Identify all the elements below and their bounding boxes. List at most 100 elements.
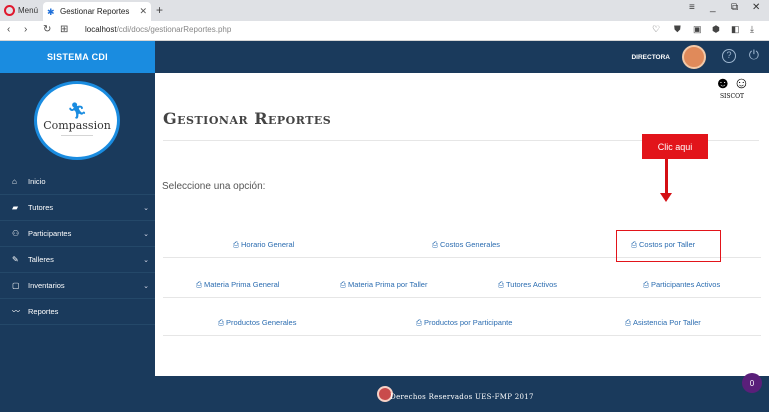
sidebar-item-inicio[interactable]: ⌂ Inicio	[0, 169, 155, 195]
favicon-icon: ✱	[47, 6, 55, 17]
tab-title: Gestionar Reportes	[60, 7, 130, 16]
report-link-label: Tutores Activos	[506, 280, 557, 289]
report-link-label: Asistencia Por Taller	[633, 318, 701, 327]
browser-tab[interactable]: ✱ Gestionar Reportes ✕	[43, 2, 151, 21]
option-prompt: Seleccione una opción:	[162, 181, 266, 192]
minimize-icon[interactable]: _	[710, 2, 716, 13]
chevron-down-icon: ⌄	[143, 230, 149, 238]
report-link-materia-prima-general[interactable]: ⎙ Materia Prima General	[196, 280, 279, 290]
opera-logo-icon	[4, 5, 15, 16]
browser-tab-bar: Menú ✱ Gestionar Reportes ✕ + ≡ _ ⧉ ✕	[0, 0, 769, 21]
report-link-label: Productos por Participante	[424, 318, 513, 327]
report-row: ⎙ Materia Prima General ⎙ Materia Prima po…	[163, 273, 761, 298]
chevron-down-icon: ⌄	[143, 256, 149, 264]
sidebar-item-label: Talleres	[28, 255, 54, 264]
report-link-asistencia-por-taller[interactable]: ⎙ Asistencia Por Taller	[625, 318, 701, 328]
report-link-label: Participantes Activos	[651, 280, 721, 289]
report-link-costos-generales[interactable]: ⎙ Costos Generales	[432, 240, 500, 250]
new-tab-button[interactable]: +	[156, 3, 163, 17]
reload-icon[interactable]: ↻	[43, 24, 51, 35]
report-link-materia-prima-por-taller[interactable]: ⎙ Materia Prima por Taller	[340, 280, 427, 290]
user-role-label[interactable]: DIRECTORA	[631, 54, 670, 61]
address-bar: ‹ › ↻ ⊞ localhost/cdi/docs/gestionarRepo…	[0, 21, 769, 41]
sidebar-item-reportes[interactable]: 〰 Reportes	[0, 299, 155, 325]
clipboard-icon: ▢	[12, 281, 20, 290]
restore-icon[interactable]: ⧉	[731, 2, 738, 13]
sidebar-menu: ⌂ Inicio ▰ Tutores ⌄ ⚇ Participantes ⌄ ✎…	[0, 169, 155, 325]
printer-icon: ⎙	[498, 280, 504, 289]
printer-icon: ⎙	[625, 318, 631, 327]
notification-badge[interactable]: 0	[742, 373, 762, 393]
close-window-icon[interactable]: ✕	[752, 2, 760, 13]
url-path: /cdi/docs/gestionarReportes.php	[116, 25, 232, 34]
report-link-productos-generales[interactable]: ⎙ Productos Generales	[218, 318, 296, 328]
siscot-label: SISCOT	[719, 93, 745, 100]
wrench-icon: ✎	[12, 255, 19, 264]
highlight-box	[616, 230, 721, 262]
vpn-icon[interactable]: ⬢	[712, 24, 720, 35]
shield-icon[interactable]: ⛊	[674, 24, 681, 35]
printer-icon: ⎙	[340, 280, 346, 289]
forward-icon[interactable]: ›	[24, 24, 27, 35]
report-link-horario-general[interactable]: ⎙ Horario General	[233, 240, 294, 250]
brand-title[interactable]: SISTEMA CDI	[0, 41, 155, 73]
url-host: localhost	[85, 25, 117, 34]
top-navbar: DIRECTORA ? ⏻	[155, 41, 769, 73]
printer-icon: ⎙	[196, 280, 202, 289]
chevron-down-icon: ⌄	[143, 282, 149, 290]
sidebar-item-label: Inicio	[28, 177, 46, 186]
snapshot-icon[interactable]: ◧	[731, 24, 740, 35]
printer-icon: ⎙	[643, 280, 649, 289]
extension-icon[interactable]: ▣	[693, 24, 702, 35]
callout-arrow-shaft	[665, 159, 668, 195]
report-link-tutores-activos[interactable]: ⎙ Tutores Activos	[498, 280, 557, 290]
printer-icon: ⎙	[432, 240, 438, 249]
sidebar-item-inventarios[interactable]: ▢ Inventarios ⌄	[0, 273, 155, 299]
sidebar-item-talleres[interactable]: ✎ Talleres ⌄	[0, 247, 155, 273]
speed-dial-icon[interactable]: ⊞	[60, 24, 68, 35]
page-title: Gestionar Reportes	[163, 109, 332, 128]
footer: Derechos Reservados UES-FMP 2017	[155, 376, 769, 412]
siscot-logo: ☻ ☺ SISCOT	[703, 75, 761, 100]
report-link-label: Materia Prima por Taller	[348, 280, 428, 289]
sidebar-item-label: Participantes	[28, 229, 72, 238]
help-icon[interactable]: ?	[722, 49, 736, 63]
report-link-productos-por-participante[interactable]: ⎙ Productos por Participante	[416, 318, 512, 328]
sidebar-item-label: Inventarios	[28, 281, 65, 290]
users-icon: ⚇	[12, 229, 20, 238]
printer-icon: ⎙	[233, 240, 239, 249]
printer-icon: ⎙	[416, 318, 422, 327]
chevron-down-icon: ⌄	[143, 204, 149, 212]
logo-text: Compassion	[43, 118, 111, 132]
callout-box: Clic aqui	[642, 134, 708, 159]
sidebar-item-participantes[interactable]: ⚇ Participantes ⌄	[0, 221, 155, 247]
siscot-faces-icon: ☻ ☺	[714, 75, 750, 92]
sidebar-item-label: Tutores	[28, 203, 54, 212]
back-icon[interactable]: ‹	[7, 24, 10, 35]
compassion-logo: 🏃︎ Compassion ————————	[34, 81, 120, 160]
tab-close-icon[interactable]: ✕	[139, 6, 147, 17]
tab-menu-icon[interactable]: ≡	[689, 2, 695, 13]
download-icon[interactable]: ⤓	[750, 24, 754, 35]
sidebar: SISTEMA CDI 🏃︎ Compassion ———————— ⌂ Ini…	[0, 41, 155, 412]
chart-line-icon: 〰	[12, 307, 20, 316]
power-icon[interactable]: ⏻	[749, 47, 759, 63]
url-field[interactable]: localhost/cdi/docs/gestionarReportes.php	[85, 25, 231, 34]
avatar[interactable]	[682, 45, 706, 69]
logo-subtitle-graphic: ————————	[61, 131, 93, 137]
main-content: ☻ ☺ SISCOT Gestionar Reportes Clic aqui S…	[155, 73, 769, 376]
report-link-participantes-activos[interactable]: ⎙ Participantes Activos	[643, 280, 720, 290]
callout-arrow-head-icon	[660, 193, 672, 202]
sidebar-item-tutores[interactable]: ▰ Tutores ⌄	[0, 195, 155, 221]
sidebar-item-label: Reportes	[28, 307, 59, 316]
browser-menu-label: Menú	[18, 6, 39, 15]
bookmark-heart-icon[interactable]: ♡	[652, 24, 660, 35]
report-row: ⎙ Productos Generales ⎙ Productos por Part…	[163, 311, 761, 336]
browser-menu-button[interactable]: Menú	[4, 3, 38, 18]
report-link-label: Materia Prima General	[204, 280, 280, 289]
report-link-label: Costos Generales	[440, 240, 501, 249]
runner-figure-icon: 🏃︎	[66, 102, 88, 120]
footer-copyright: Derechos Reservados UES-FMP 2017	[390, 393, 534, 401]
report-link-label: Productos Generales	[226, 318, 297, 327]
home-icon: ⌂	[12, 177, 17, 186]
